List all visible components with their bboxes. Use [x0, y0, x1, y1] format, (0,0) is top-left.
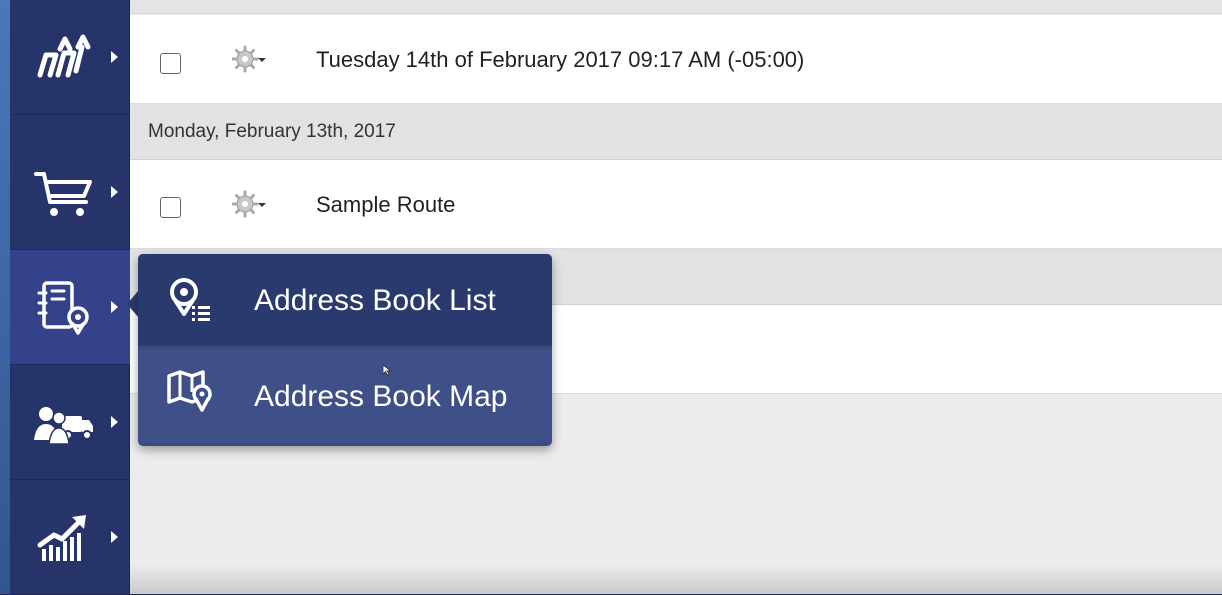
analytics-icon — [37, 515, 86, 561]
team-vehicle-icon — [34, 407, 93, 445]
row-checkbox[interactable] — [160, 197, 181, 218]
sidebar-item-routes[interactable] — [10, 0, 130, 115]
chevron-right-icon — [111, 51, 118, 63]
address-map-icon — [167, 370, 212, 412]
list-item: Tuesday 14th of February 2017 09:17 AM (… — [130, 15, 1222, 104]
chevron-right-icon — [111, 531, 118, 543]
sidebar — [10, 0, 130, 595]
row-checkbox[interactable] — [160, 53, 181, 74]
row-label[interactable]: Sample Route — [316, 192, 455, 218]
menu-item-address-book-map[interactable]: Address Book Map — [138, 350, 552, 442]
routes-icon — [37, 34, 91, 78]
gear-dropdown-icon[interactable] — [232, 44, 266, 74]
date-group-label: Monday, February 13th, 2017 — [148, 121, 396, 142]
menu-item-label: Address Book List — [254, 284, 496, 317]
sidebar-item-orders[interactable] — [10, 135, 130, 250]
row-label[interactable]: Tuesday 14th of February 2017 09:17 AM (… — [316, 47, 804, 73]
bottom-shadow — [130, 564, 1222, 594]
chevron-right-icon — [111, 416, 118, 428]
address-book-flyout-menu: Address Book List Address Book Map — [138, 254, 552, 446]
list-top-strip — [130, 0, 1222, 14]
address-book-icon — [37, 281, 89, 335]
mouse-cursor-icon — [382, 364, 392, 376]
list-item: Sample Route — [130, 160, 1222, 249]
chevron-right-icon — [111, 301, 118, 313]
menu-item-address-book-list[interactable]: Address Book List — [138, 254, 552, 346]
app-frame: Tuesday 14th of February 2017 09:17 AM (… — [0, 0, 1222, 595]
address-list-icon — [170, 278, 210, 321]
gear-dropdown-icon[interactable] — [232, 189, 266, 219]
sidebar-item-analytics[interactable] — [10, 480, 130, 595]
sidebar-item-address-book[interactable] — [10, 250, 130, 365]
cart-icon — [34, 172, 92, 216]
date-group-header: Monday, February 13th, 2017 — [130, 104, 1222, 160]
menu-item-label: Address Book Map — [254, 380, 508, 413]
chevron-right-icon — [111, 186, 118, 198]
sidebar-item-team[interactable] — [10, 365, 130, 480]
